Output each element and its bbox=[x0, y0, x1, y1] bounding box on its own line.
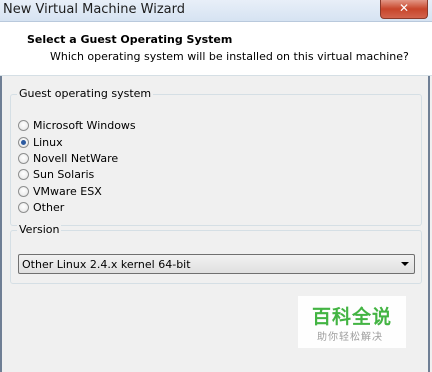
radio-button[interactable] bbox=[18, 153, 29, 164]
guest-os-group-label: Guest operating system bbox=[17, 87, 154, 100]
radio-label: Linux bbox=[33, 136, 63, 149]
radio-linux[interactable]: Linux bbox=[18, 135, 63, 150]
radio-label: Microsoft Windows bbox=[33, 119, 136, 132]
radio-label: Sun Solaris bbox=[33, 168, 95, 181]
version-selected-value: Other Linux 2.4.x kernel 64-bit bbox=[22, 258, 191, 271]
radio-button[interactable] bbox=[18, 202, 29, 213]
close-icon: ✕ bbox=[398, 1, 410, 15]
radio-sun-solaris[interactable]: Sun Solaris bbox=[18, 167, 94, 182]
version-dropdown[interactable]: Other Linux 2.4.x kernel 64-bit bbox=[18, 254, 415, 274]
radio-button[interactable] bbox=[18, 120, 29, 131]
watermark-logo: 百科全说 助你轻松解决 bbox=[298, 296, 406, 348]
page-subtitle: Which operating system will be installed… bbox=[50, 50, 409, 63]
watermark-main-text: 百科全说 bbox=[312, 306, 393, 328]
watermark-sub-text: 助你轻松解决 bbox=[317, 332, 383, 343]
wizard-header: Select a Guest Operating System Which op… bbox=[0, 22, 432, 76]
radio-button[interactable] bbox=[18, 169, 29, 180]
radio-label: Other bbox=[33, 201, 65, 214]
version-group-label: Version bbox=[17, 223, 62, 236]
radio-button[interactable] bbox=[18, 186, 29, 197]
chevron-down-icon bbox=[401, 262, 409, 266]
title-bar: New Virtual Machine Wizard ✕ bbox=[0, 0, 432, 22]
radio-vmware-esx[interactable]: VMware ESX bbox=[18, 184, 102, 199]
radio-other[interactable]: Other bbox=[18, 200, 64, 215]
radio-novell-netware[interactable]: Novell NetWare bbox=[18, 151, 118, 166]
version-group: Version Other Linux 2.4.x kernel 64-bit bbox=[10, 223, 422, 284]
page-title: Select a Guest Operating System bbox=[27, 33, 233, 46]
radio-button-selected[interactable] bbox=[18, 137, 29, 148]
radio-microsoft-windows[interactable]: Microsoft Windows bbox=[18, 118, 136, 133]
radio-label: VMware ESX bbox=[33, 185, 102, 198]
close-button[interactable]: ✕ bbox=[380, 0, 428, 19]
window-title: New Virtual Machine Wizard bbox=[3, 2, 185, 17]
guest-os-group: Guest operating system Microsoft Windows… bbox=[10, 87, 422, 226]
radio-label: Novell NetWare bbox=[33, 152, 119, 165]
